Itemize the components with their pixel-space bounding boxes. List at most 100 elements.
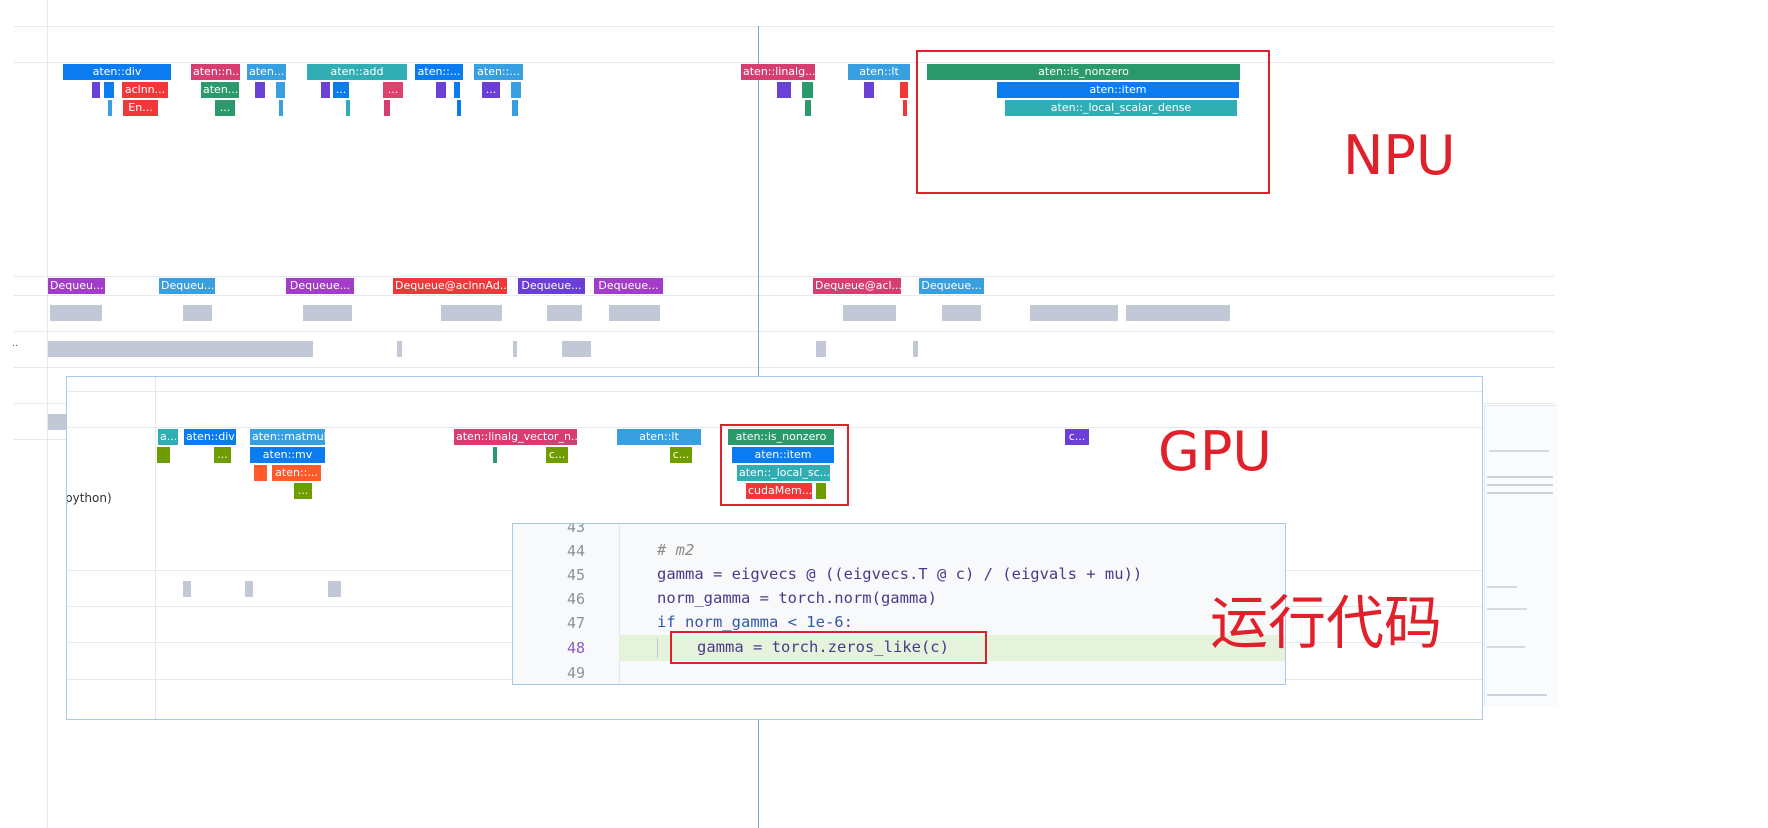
- npu-op-block[interactable]: [457, 100, 461, 116]
- npu-op-block[interactable]: [903, 100, 907, 116]
- gpu-op-block[interactable]: ...: [214, 447, 231, 463]
- gray-slice[interactable]: [303, 305, 352, 321]
- npu-op-block[interactable]: aten::...: [415, 64, 463, 80]
- gray-slice[interactable]: [245, 581, 253, 597]
- npu-op-block[interactable]: [805, 100, 811, 116]
- npu-op-block[interactable]: [92, 82, 100, 98]
- npu-op-block[interactable]: aclnn...: [122, 82, 168, 98]
- npu-op-block[interactable]: [104, 82, 114, 98]
- gray-slice[interactable]: [48, 414, 66, 430]
- code-line[interactable]: if norm_gamma < 1e-6:: [657, 613, 853, 631]
- npu-op-block[interactable]: aten::...: [474, 64, 523, 80]
- line-number: 44: [566, 542, 585, 560]
- gray-slice[interactable]: [1126, 305, 1230, 321]
- track-divider: [14, 276, 1554, 277]
- npu-op-block[interactable]: ...: [333, 82, 349, 98]
- gray-slice[interactable]: [183, 305, 212, 321]
- dequeue-block[interactable]: Dequeue@acl...: [813, 278, 901, 294]
- npu-op-block[interactable]: [346, 100, 350, 116]
- gray-slice[interactable]: [513, 341, 517, 357]
- gpu-op-block[interactable]: [254, 465, 267, 481]
- track-divider: [14, 439, 74, 440]
- gray-slice[interactable]: [609, 305, 660, 321]
- npu-op-block[interactable]: [436, 82, 446, 98]
- gpu-op-block[interactable]: aten::lt: [617, 429, 701, 445]
- track-divider: [14, 62, 1554, 63]
- gray-slice[interactable]: [562, 341, 591, 357]
- gpu-op-block[interactable]: aten::matmul: [250, 429, 325, 445]
- npu-op-block[interactable]: aten::n...: [191, 64, 240, 80]
- code-line[interactable]: gamma = eigvecs @ ((eigvecs.T @ c) / (ei…: [657, 565, 1142, 583]
- line-number: 43: [566, 523, 585, 536]
- gpu-op-block[interactable]: aten::...: [272, 465, 321, 481]
- gpu-op-block[interactable]: c...: [546, 447, 568, 463]
- dequeue-block[interactable]: Dequeu...: [48, 278, 105, 294]
- npu-op-block[interactable]: [900, 82, 908, 98]
- gpu-op-block[interactable]: c...: [670, 447, 692, 463]
- npu-op-block[interactable]: aten...: [247, 64, 286, 80]
- npu-op-block[interactable]: [511, 82, 521, 98]
- npu-op-block[interactable]: [321, 82, 330, 98]
- track-divider: [14, 367, 1554, 368]
- npu-op-block[interactable]: [777, 82, 791, 98]
- npu-op-block[interactable]: [384, 100, 390, 116]
- npu-op-block[interactable]: [255, 82, 265, 98]
- background-code-window: [1484, 405, 1557, 706]
- gray-slice[interactable]: [547, 305, 582, 321]
- line-number: 46: [566, 590, 585, 608]
- gray-slice[interactable]: [48, 341, 313, 357]
- gpu-op-block[interactable]: aten::linalg_vector_n...: [454, 429, 577, 445]
- npu-op-block[interactable]: [864, 82, 874, 98]
- npu-op-block[interactable]: [454, 82, 460, 98]
- gray-slice[interactable]: [397, 341, 402, 357]
- gray-slice[interactable]: [441, 305, 502, 321]
- track-divider: [14, 295, 1554, 296]
- npu-op-block[interactable]: aten...: [201, 82, 239, 98]
- dequeue-block[interactable]: Dequeu...: [159, 278, 215, 294]
- code-line[interactable]: norm_gamma = torch.norm(gamma): [657, 589, 937, 607]
- gpu-op-block[interactable]: c...: [1065, 429, 1089, 445]
- npu-op-block[interactable]: aten::lt: [848, 64, 910, 80]
- gray-slice[interactable]: [913, 341, 918, 357]
- line-number-current: 48: [566, 639, 585, 657]
- gray-slice[interactable]: [1030, 305, 1118, 321]
- npu-op-block[interactable]: aten::div: [63, 64, 171, 80]
- gpu-op-block[interactable]: [493, 447, 497, 463]
- track-divider: [14, 26, 1554, 27]
- gpu-highlight-box: [720, 424, 849, 506]
- dequeue-block[interactable]: Dequeue...: [518, 278, 585, 294]
- gpu-label: GPU: [1158, 420, 1272, 483]
- line-number: 45: [566, 566, 585, 584]
- npu-label: NPU: [1343, 124, 1456, 187]
- gpu-op-block[interactable]: a...: [158, 429, 178, 445]
- npu-highlight-box: [916, 50, 1270, 194]
- gray-slice[interactable]: [942, 305, 981, 321]
- gray-slice[interactable]: [328, 581, 341, 597]
- npu-op-block[interactable]: ...: [383, 82, 403, 98]
- npu-op-block[interactable]: [279, 100, 283, 116]
- npu-op-block[interactable]: [108, 100, 112, 116]
- gpu-op-block[interactable]: [157, 447, 170, 463]
- npu-op-block[interactable]: aten::linalg...: [741, 64, 815, 80]
- gray-slice[interactable]: [816, 341, 826, 357]
- gpu-op-block[interactable]: aten::div: [184, 429, 236, 445]
- dequeue-block[interactable]: Dequeue...: [919, 278, 984, 294]
- gray-slice[interactable]: [843, 305, 896, 321]
- line-number: 47: [566, 614, 585, 632]
- code-line-comment[interactable]: # m2: [657, 541, 694, 559]
- npu-op-block[interactable]: [512, 100, 518, 116]
- npu-op-block[interactable]: aten::add: [307, 64, 407, 80]
- dequeue-block[interactable]: Dequeue@aclnnAd...: [393, 278, 507, 294]
- dequeue-block[interactable]: Dequeue...: [286, 278, 354, 294]
- npu-op-block[interactable]: En...: [123, 100, 158, 116]
- gpu-op-block[interactable]: aten::mv: [250, 447, 325, 463]
- gray-slice[interactable]: [183, 581, 191, 597]
- dequeue-block[interactable]: Dequeue...: [594, 278, 663, 294]
- gray-slice[interactable]: [50, 305, 102, 321]
- track-divider: [14, 331, 1554, 332]
- npu-op-block[interactable]: ...: [215, 100, 235, 116]
- npu-op-block[interactable]: [802, 82, 813, 98]
- gpu-op-block[interactable]: ...: [294, 483, 312, 499]
- npu-op-block[interactable]: ...: [482, 82, 500, 98]
- npu-op-block[interactable]: [276, 82, 285, 98]
